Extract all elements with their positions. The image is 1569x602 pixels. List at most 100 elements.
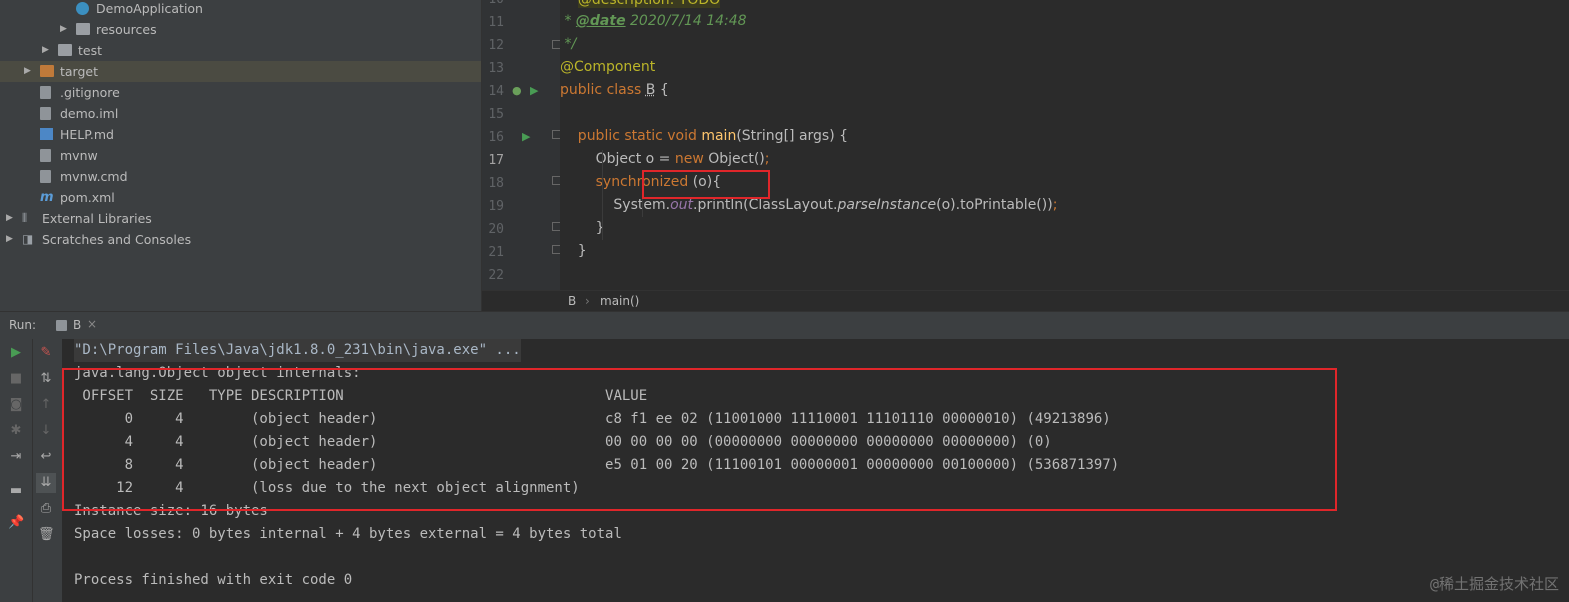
expand-arrow-icon[interactable]: ▶ <box>6 208 13 229</box>
line-number: 12 <box>488 38 504 53</box>
folder-icon <box>76 23 90 35</box>
expand-arrow-icon[interactable]: ▶ <box>6 229 13 250</box>
line-number: 21 <box>488 245 504 260</box>
tree-item-demoapplication[interactable]: DemoApplication <box>0 0 481 19</box>
tree-item-target[interactable]: ▶ target <box>0 61 481 82</box>
code-line-14: public class B { <box>560 82 669 98</box>
camera-icon[interactable]: ◙ <box>8 397 24 413</box>
console-command-line: "D:\Program Files\Java\jdk1.8.0_231\bin\… <box>74 339 521 362</box>
file-icon <box>40 149 51 162</box>
run-class-icon[interactable]: ▶ <box>530 84 538 97</box>
file-icon <box>40 107 51 120</box>
line-number: 22 <box>488 268 504 283</box>
scroll-to-end-icon[interactable]: ⇊ <box>36 473 56 493</box>
tree-item-label: mvnw <box>60 148 98 163</box>
sort-icon[interactable]: ⇅ <box>38 371 54 387</box>
tree-item-label: target <box>60 64 99 79</box>
tree-item-label: pom.xml <box>60 190 115 205</box>
layout-icon[interactable]: ▬ <box>8 483 24 499</box>
line-number: 18 <box>488 176 504 191</box>
file-icon <box>40 86 51 99</box>
line-number: 11 <box>488 15 504 30</box>
maven-icon: m <box>40 190 54 205</box>
scratches-icon: ◨ <box>22 232 34 246</box>
tree-item-label: .gitignore <box>60 85 120 100</box>
library-icon: ⫴ <box>22 211 28 225</box>
spring-class-icon <box>76 2 89 15</box>
markdown-icon <box>40 128 53 140</box>
line-number: 10 <box>482 0 504 7</box>
run-config-icon <box>56 320 67 331</box>
down-arrow-icon[interactable]: ↓ <box>38 423 54 439</box>
code-editor[interactable]: @description: TODO * @date 2020/7/14 14:… <box>560 0 1569 290</box>
trash-icon[interactable]: 🗑 <box>38 527 55 543</box>
tree-item-mvnw-cmd[interactable]: mvnw.cmd <box>0 166 481 187</box>
tree-item-pom-xml[interactable]: m pom.xml <box>0 187 481 208</box>
run-label: Run: <box>9 318 37 332</box>
watermark: @稀土掘金技术社区 <box>1429 575 1559 593</box>
up-arrow-icon[interactable]: ↑ <box>38 397 54 413</box>
rerun-icon[interactable]: ▶ <box>8 345 24 361</box>
tree-item-label: HELP.md <box>60 127 114 142</box>
exit-icon[interactable]: ⇥ <box>8 449 24 465</box>
folder-orange-icon <box>40 65 54 77</box>
run-toolbar: ▶ ■ ◙ ✱ ⇥ ▬ 📌 ✎ ⇅ ↑ ↓ ↩ ⇊ ⎙ 🗑 <box>0 339 62 602</box>
code-line-11: * @date 2020/7/14 14:48 <box>560 13 747 29</box>
expand-arrow-icon[interactable]: ▶ <box>24 61 31 82</box>
project-tree-panel: DemoApplication ▶ resources ▶ test ▶ target .gi… <box>0 0 481 311</box>
run-main-icon[interactable]: ▶ <box>522 130 530 143</box>
tree-item-gitignore[interactable]: .gitignore <box>0 82 481 103</box>
code-line-13: @Component <box>560 59 656 75</box>
line-number: 13 <box>488 61 504 76</box>
run-tab-label: B <box>73 318 82 332</box>
stop-icon[interactable]: ■ <box>8 371 24 387</box>
line-number: 19 <box>488 199 504 214</box>
tree-item-mvnw[interactable]: mvnw <box>0 145 481 166</box>
breadcrumb-method[interactable]: main() <box>600 291 639 311</box>
line-number: 17 <box>488 153 504 168</box>
breadcrumb-class[interactable]: B <box>568 291 576 311</box>
line-number: 15 <box>488 107 504 122</box>
tree-item-test[interactable]: ▶ test <box>0 40 481 61</box>
tree-item-resources[interactable]: ▶ resources <box>0 19 481 40</box>
code-line-17: Object o = new Object(); <box>560 151 770 167</box>
object-layout-highlight-box <box>62 368 1337 511</box>
run-panel-header: Run: B × <box>0 311 1569 341</box>
tree-item-label: External Libraries <box>42 211 152 226</box>
edit-config-icon[interactable]: ✎ <box>38 345 54 361</box>
tree-item-external-libraries[interactable]: ▶ ⫴ External Libraries <box>0 208 481 229</box>
file-icon <box>40 170 51 183</box>
tree-item-label: mvnw.cmd <box>60 169 128 184</box>
breadcrumb: B › main() <box>482 290 1569 312</box>
tree-item-label: test <box>78 43 103 58</box>
code-line-19: System.out.println(ClassLayout.parseInst… <box>560 197 1058 213</box>
code-line-20: } <box>560 220 605 236</box>
editor-gutter: 10 11 12 13 14 15 16 17 18 19 20 21 22 ● ▶ ▶ <box>482 0 561 290</box>
soft-wrap-icon[interactable]: ↩ <box>38 449 54 465</box>
tree-item-label: resources <box>96 22 157 37</box>
console-line: Space losses: 0 bytes internal + 4 bytes… <box>74 526 622 542</box>
tree-item-label: Scratches and Consoles <box>42 232 192 247</box>
code-line-21: } <box>560 243 587 259</box>
console-line: Process finished with exit code 0 <box>74 572 353 588</box>
tree-item-help-md[interactable]: HELP.md <box>0 124 481 145</box>
code-line-12: */ <box>560 36 577 52</box>
print-icon[interactable]: ⎙ <box>38 501 54 517</box>
synchronized-highlight-box <box>642 170 770 199</box>
tree-item-label: demo.iml <box>60 106 119 121</box>
line-number: 16 <box>488 130 504 145</box>
pin-icon[interactable]: 📌 <box>8 515 24 531</box>
close-icon[interactable]: × <box>87 317 97 331</box>
code-line-16: public static void main(String[] args) { <box>560 128 849 144</box>
spring-bean-icon[interactable]: ● <box>512 84 522 97</box>
expand-arrow-icon[interactable]: ▶ <box>42 40 49 61</box>
expand-arrow-icon[interactable]: ▶ <box>60 19 67 40</box>
debug-settings-icon[interactable]: ✱ <box>8 423 24 439</box>
breadcrumb-separator: › <box>585 294 590 308</box>
line-number: 14 <box>488 84 504 99</box>
run-tab-b[interactable]: B × <box>50 314 100 338</box>
tree-item-scratches-and-consoles[interactable]: ▶ ◨ Scratches and Consoles <box>0 229 481 250</box>
tree-item-label: DemoApplication <box>96 1 203 16</box>
line-number: 20 <box>488 222 504 237</box>
tree-item-demo-iml[interactable]: demo.iml <box>0 103 481 124</box>
